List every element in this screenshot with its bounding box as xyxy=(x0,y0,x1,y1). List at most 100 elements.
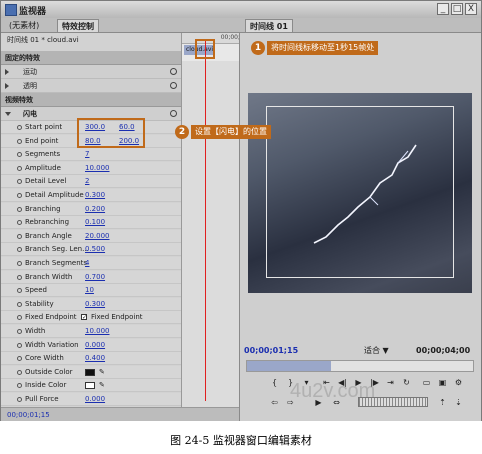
fixed-endpoint-checkbox[interactable]: ✓ xyxy=(81,314,87,321)
stopwatch-icon[interactable] xyxy=(17,329,22,334)
go-to-previous-edit-icon[interactable]: ⇦ xyxy=(268,397,281,409)
stopwatch-icon[interactable] xyxy=(17,274,22,280)
color-swatch[interactable] xyxy=(85,368,95,376)
eyedropper-icon[interactable]: ✎ xyxy=(99,366,105,379)
settings-icon[interactable]: ⚙ xyxy=(452,377,465,389)
property-value[interactable]: 0.700 xyxy=(85,271,105,284)
stopwatch-icon[interactable] xyxy=(17,369,22,375)
property-label: Inside Color xyxy=(25,381,67,390)
stopwatch-icon[interactable] xyxy=(17,315,22,321)
property-value[interactable]: 0.300 xyxy=(85,298,105,311)
safe-margins-icon[interactable]: ▭ xyxy=(420,377,433,389)
tab-timeline[interactable]: 时间线 01 xyxy=(245,19,293,32)
stopwatch-icon[interactable] xyxy=(17,193,22,198)
property-label: Detail Amplitude xyxy=(25,191,84,199)
stopwatch-icon[interactable] xyxy=(17,261,22,266)
current-timecode[interactable]: 00;00;01;15 xyxy=(244,344,298,358)
maximize-button[interactable]: □ xyxy=(451,3,463,15)
property-row[interactable]: Detail Level 2 xyxy=(1,175,181,189)
stopwatch-icon[interactable] xyxy=(17,397,22,402)
tab-no-clip[interactable]: (无素材) xyxy=(5,19,43,32)
property-value[interactable]: 0.300 xyxy=(85,189,105,202)
stopwatch-icon[interactable] xyxy=(17,233,22,239)
property-value[interactable]: 0.100 xyxy=(85,216,105,229)
property-label: Segments xyxy=(25,150,61,159)
output-icon[interactable]: ▣ xyxy=(436,377,449,389)
property-row[interactable]: Branching 0.200 xyxy=(1,202,181,216)
stopwatch-icon[interactable] xyxy=(17,301,22,307)
property-value[interactable]: 7 xyxy=(85,148,89,161)
playhead-line[interactable] xyxy=(205,41,206,401)
property-label: Outside Color xyxy=(25,367,73,376)
property-row[interactable]: Width 10.000 xyxy=(1,325,181,338)
lightning-label: 闪电 xyxy=(23,110,37,118)
stopwatch-icon[interactable] xyxy=(17,220,22,226)
stopwatch-icon[interactable] xyxy=(17,125,22,130)
property-value[interactable]: 4 xyxy=(85,257,89,270)
property-row[interactable]: Rebranching 0.100 xyxy=(1,216,181,230)
stopwatch-icon[interactable] xyxy=(17,206,22,212)
reset-icon[interactable] xyxy=(170,68,177,75)
left-timecode[interactable]: 00;00;01;15 xyxy=(7,411,50,419)
scrub-bar[interactable] xyxy=(246,360,474,372)
property-row[interactable]: Segments 7 xyxy=(1,148,181,162)
property-label: Width xyxy=(25,327,46,335)
zoom-fit-select[interactable]: 适合 ▼ xyxy=(364,344,389,358)
color-swatch[interactable] xyxy=(85,382,95,390)
motion-effect-row[interactable]: 运动 xyxy=(1,65,181,79)
reset-icon[interactable] xyxy=(170,110,177,117)
property-row[interactable]: Stability 0.300 xyxy=(1,297,181,311)
minimize-button[interactable]: _ xyxy=(437,3,449,15)
stopwatch-icon[interactable] xyxy=(17,342,22,348)
property-row[interactable]: Speed 10 xyxy=(1,284,181,298)
stopwatch-icon[interactable] xyxy=(17,288,22,294)
property-row[interactable]: Branch Width 0.700 xyxy=(1,270,181,284)
stopwatch-icon[interactable] xyxy=(17,247,22,253)
expand-arrow-icon[interactable] xyxy=(5,69,9,75)
property-label: Speed xyxy=(25,286,47,295)
property-value[interactable]: 2 xyxy=(85,175,89,188)
tab-effect-controls[interactable]: 特效控制 xyxy=(57,19,99,32)
property-row[interactable]: Detail Amplitude 0.300 xyxy=(1,189,181,202)
property-row[interactable]: Core Width 0.400 xyxy=(1,352,181,366)
property-value[interactable]: 10.000 xyxy=(85,162,110,175)
stopwatch-icon[interactable] xyxy=(17,152,22,158)
stopwatch-icon[interactable] xyxy=(17,179,22,185)
property-label: Branch Seg. Len... xyxy=(25,245,89,254)
property-row[interactable]: Fixed Endpoint ✓ Fixed Endpoint xyxy=(1,311,181,325)
set-in-icon[interactable]: { xyxy=(268,377,281,389)
property-value[interactable]: 0.400 xyxy=(85,352,105,365)
property-value[interactable]: 0.200 xyxy=(85,203,105,216)
loop-icon[interactable]: ↻ xyxy=(400,377,413,389)
property-row[interactable]: Branch Angle 20.000 xyxy=(1,229,181,243)
close-button[interactable]: X xyxy=(465,3,477,15)
property-value[interactable]: 0.500 xyxy=(85,243,105,256)
expand-arrow-icon[interactable] xyxy=(5,83,9,89)
stopwatch-icon[interactable] xyxy=(17,383,22,389)
property-value[interactable]: 0.000 xyxy=(85,339,105,352)
property-row[interactable]: Branch Segments 4 xyxy=(1,257,181,270)
extract-icon[interactable]: ⇣ xyxy=(452,397,465,409)
property-value[interactable]: 10.000 xyxy=(85,325,110,338)
reset-icon[interactable] xyxy=(170,82,177,89)
opacity-effect-row[interactable]: 透明 xyxy=(1,79,181,93)
property-row[interactable]: Width Variation 0.000 xyxy=(1,338,181,352)
property-value[interactable]: 0.000 xyxy=(85,393,105,406)
property-row[interactable]: Branch Seg. Len... 0.500 xyxy=(1,243,181,257)
property-row[interactable]: Amplitude 10.000 xyxy=(1,161,181,175)
property-label: Start point xyxy=(25,123,63,131)
lightning-bolt xyxy=(313,144,417,244)
property-row[interactable]: Outside Color ✎ xyxy=(1,365,181,379)
lift-icon[interactable]: ⇡ xyxy=(436,397,449,409)
stopwatch-icon[interactable] xyxy=(17,165,22,171)
property-label: End point xyxy=(25,136,59,145)
stopwatch-icon[interactable] xyxy=(17,138,22,144)
property-row[interactable]: Pull Force 0.000 xyxy=(1,393,181,406)
property-value[interactable]: 10 xyxy=(85,284,94,297)
property-value[interactable]: 20.000 xyxy=(85,230,110,243)
go-to-out-icon[interactable]: ⇥ xyxy=(384,377,397,389)
collapse-arrow-icon[interactable] xyxy=(5,112,11,116)
stopwatch-icon[interactable] xyxy=(17,356,22,362)
eyedropper-icon[interactable]: ✎ xyxy=(99,379,105,392)
property-row[interactable]: Inside Color ✎ xyxy=(1,379,181,393)
